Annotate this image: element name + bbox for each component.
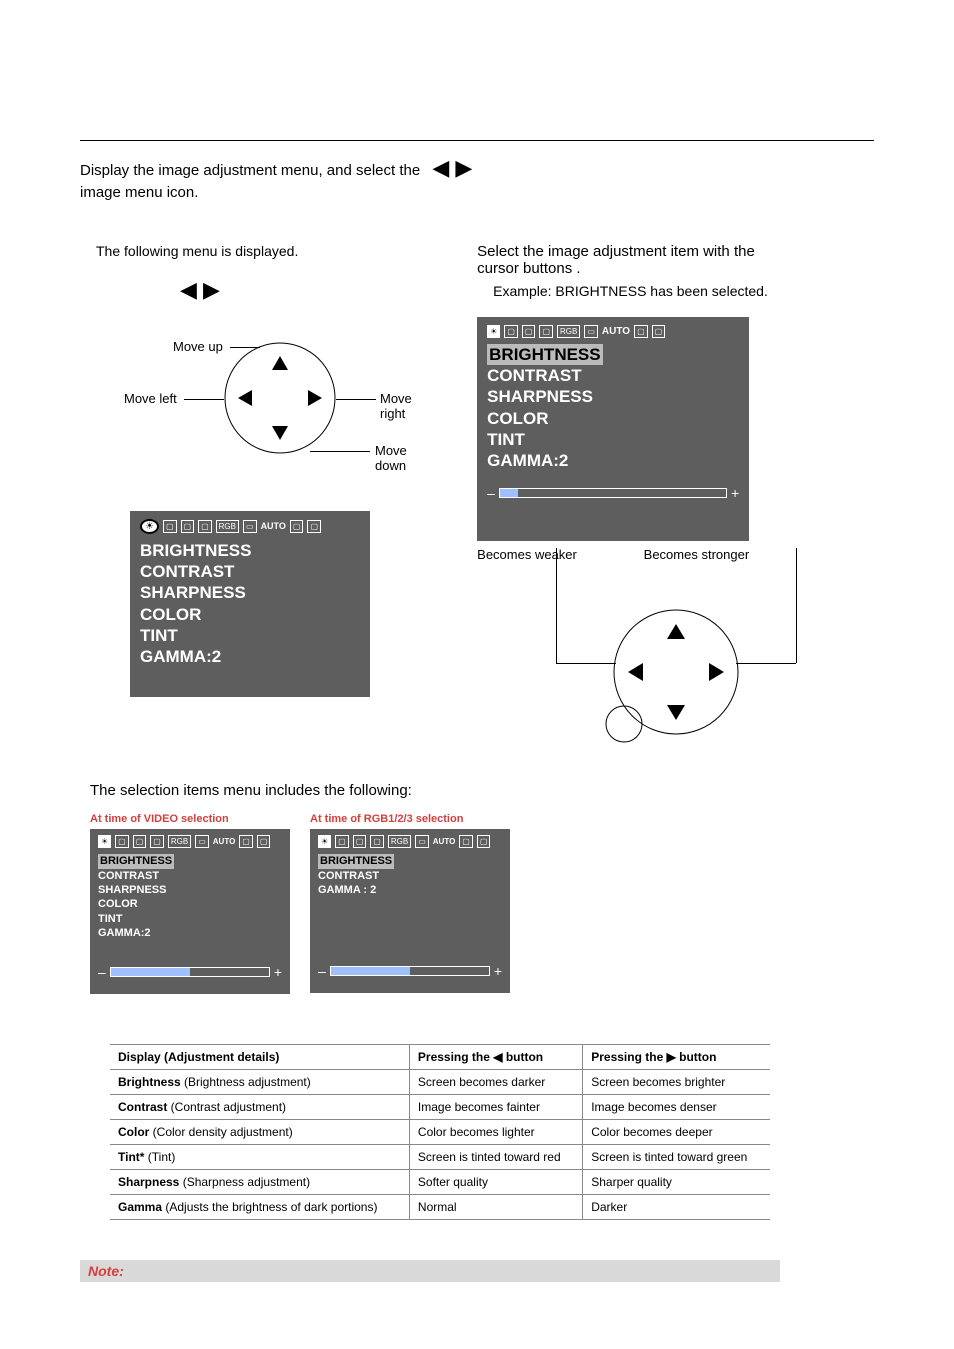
menu-item: TINT: [487, 429, 739, 450]
rgb-icon: RGB: [557, 325, 580, 338]
menu-icon: ▭: [584, 325, 598, 338]
menu-icon: ▭: [243, 520, 257, 533]
intro-text-2: image menu icon.: [80, 184, 198, 201]
menu-icon: ▭: [195, 835, 209, 848]
menu-icon: ▢: [150, 835, 164, 848]
menu-icon: ▭: [415, 835, 429, 848]
adjustment-table: Display (Adjustment details) Pressing th…: [110, 1044, 770, 1220]
menu-item: SHARPNESS: [487, 386, 739, 407]
menu-item: COLOR: [487, 408, 739, 429]
rgb-caption: At time of RGB1/2/3 selection: [310, 813, 510, 825]
slider: – +: [98, 964, 282, 980]
menu-icon: ▢: [198, 520, 212, 533]
nav-right-label: Move right: [380, 391, 412, 421]
menu-icon: ▢: [370, 835, 384, 848]
becomes-stronger-label: Becomes stronger: [644, 547, 750, 562]
menu-icon: ▢: [181, 520, 195, 533]
menu-item: GAMMA:2: [98, 926, 282, 940]
table-row: Tint* (Tint)Screen is tinted toward redS…: [110, 1145, 770, 1170]
menu-item: TINT: [98, 912, 282, 926]
note-heading: Note:: [80, 1260, 780, 1282]
menu-item: COLOR: [98, 897, 282, 911]
th-left: Pressing the ◀ button: [409, 1045, 582, 1070]
menu-icon: ▢: [335, 835, 349, 848]
menu-item-selected: BRIGHTNESS: [98, 854, 174, 868]
menu-icon: ▢: [504, 325, 518, 338]
menu-item: CONTRAST: [318, 869, 502, 883]
rgb-icon: RGB: [168, 835, 191, 848]
menu-item: CONTRAST: [98, 869, 282, 883]
menu-icon: ▢: [257, 835, 271, 848]
brightness-icon: ☀: [487, 325, 500, 338]
menu-item: CONTRAST: [487, 365, 739, 386]
menu-item: TINT: [140, 625, 360, 646]
rgb-icon: RGB: [216, 520, 239, 533]
menu-icon: ▢: [477, 835, 491, 848]
intro-text: Display the image adjustment menu, and s…: [80, 162, 420, 179]
brightness-icon: ☀: [98, 835, 111, 848]
menu-item: GAMMA : 2: [318, 883, 502, 897]
menu-icon: ▢: [307, 520, 321, 533]
nav-up-label: Move up: [173, 339, 223, 354]
auto-label: AUTO: [433, 837, 456, 846]
intro-sub: The following menu is displayed.: [96, 243, 437, 259]
osd-panel-rgb: ☀ ▢ ▢ ▢ RGB ▭ AUTO ▢ ▢ BRIGHTNESS CONTRA…: [310, 829, 510, 993]
menu-icon: ▢: [115, 835, 129, 848]
rgb-icon: RGB: [388, 835, 411, 848]
menu-icon: ▢: [459, 835, 473, 848]
auto-label: AUTO: [261, 521, 286, 531]
menu-icon: ▢: [539, 325, 553, 338]
menu-icon: ▢: [522, 325, 536, 338]
slider: – +: [318, 963, 502, 979]
osd-panel-right: ☀ ▢ ▢ ▢ RGB ▭ AUTO ▢ ▢ BRIGHTNESS CONTRA…: [477, 317, 749, 542]
menu-item-selected: BRIGHTNESS: [318, 854, 394, 868]
lr-arrows-icon: ◀ ▶: [432, 155, 472, 180]
th-right: Pressing the ▶ button: [583, 1045, 770, 1070]
step2-sub: Example: BRIGHTNESS has been selected.: [493, 283, 874, 299]
osd-panel-left: ☀ ▢ ▢ ▢ RGB ▭ AUTO ▢ ▢ BRIGHTNESS CONTRA…: [130, 511, 370, 698]
menu-item: CONTRAST: [140, 561, 360, 582]
menu-icon: ▢: [239, 835, 253, 848]
table-row: Contrast (Contrast adjustment)Image beco…: [110, 1095, 770, 1120]
enter-circle-icon: [600, 700, 648, 748]
slider: – +: [487, 485, 739, 501]
nav-left-label: Move left: [124, 391, 177, 406]
nav-down-label: Move down: [375, 443, 407, 473]
osd-panel-video: ☀ ▢ ▢ ▢ RGB ▭ AUTO ▢ ▢ BRIGHTNESS CONTRA…: [90, 829, 290, 994]
table-row: Gamma (Adjusts the brightness of dark po…: [110, 1195, 770, 1220]
auto-label: AUTO: [602, 326, 630, 337]
menu-item: BRIGHTNESS: [140, 540, 360, 561]
video-caption: At time of VIDEO selection: [90, 813, 290, 825]
brightness-icon: ☀: [140, 519, 159, 534]
th-display: Display (Adjustment details): [110, 1045, 409, 1070]
table-row: Color (Color density adjustment)Color be…: [110, 1120, 770, 1145]
menu-item: COLOR: [140, 604, 360, 625]
step2-text: Select the image adjustment item with th…: [477, 243, 874, 277]
menu-item: SHARPNESS: [140, 582, 360, 603]
menu-icon: ▢: [634, 325, 648, 338]
menu-icon: ▢: [353, 835, 367, 848]
step3-text: The selection items menu includes the fo…: [90, 782, 874, 799]
menu-icon: ▢: [290, 520, 304, 533]
lr-arrows-icon: ◀ ▶: [180, 277, 437, 303]
menu-item-selected: BRIGHTNESS: [487, 344, 602, 365]
brightness-icon: ☀: [318, 835, 331, 848]
nav-diagram: Move up Move left Move right Move down: [140, 313, 400, 483]
becomes-weaker-label: Becomes weaker: [477, 547, 577, 562]
table-row: Sharpness (Sharpness adjustment)Softer q…: [110, 1170, 770, 1195]
auto-label: AUTO: [213, 837, 236, 846]
menu-item: SHARPNESS: [98, 883, 282, 897]
table-row: Brightness (Brightness adjustment)Screen…: [110, 1070, 770, 1095]
menu-icon: ▢: [133, 835, 147, 848]
menu-item: GAMMA:2: [487, 450, 739, 471]
menu-item: GAMMA:2: [140, 646, 360, 667]
menu-icon: ▢: [163, 520, 177, 533]
menu-icon: ▢: [652, 325, 666, 338]
